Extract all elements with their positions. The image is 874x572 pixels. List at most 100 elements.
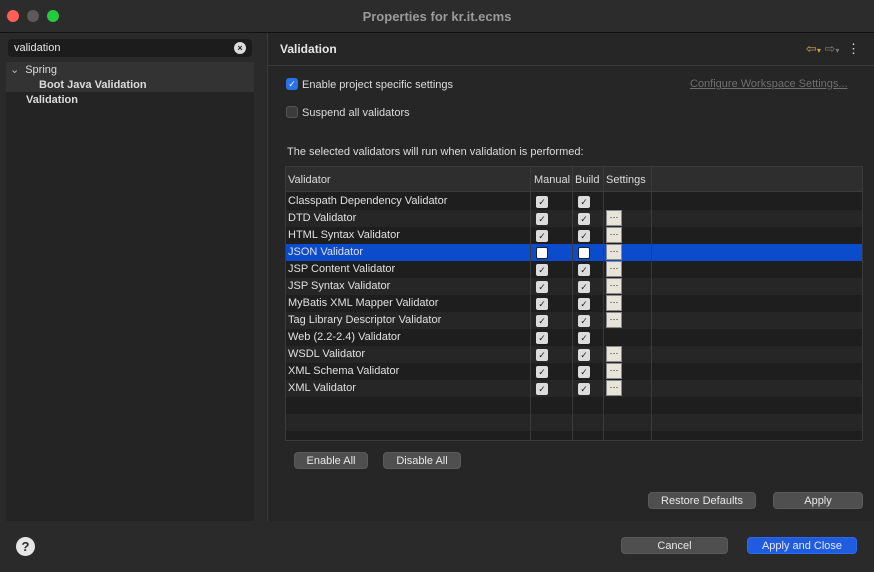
manual-checkbox[interactable]: ✓ <box>536 213 548 225</box>
table-row[interactable]: HTML Syntax Validator ✓ ✓ ⋯ <box>286 227 862 244</box>
settings-button[interactable]: ⋯ <box>606 346 622 362</box>
settings-button[interactable]: ⋯ <box>606 210 622 226</box>
build-checkbox[interactable] <box>578 247 590 259</box>
validator-name: MyBatis XML Mapper Validator <box>288 297 439 309</box>
manual-checkbox[interactable]: ✓ <box>536 298 548 310</box>
arrow-right-icon[interactable]: ⇨ <box>824 41 835 56</box>
manual-checkbox[interactable]: ✓ <box>536 315 548 327</box>
build-checkbox[interactable]: ✓ <box>578 366 590 378</box>
properties-page: Validation ⇦▾ ⇨▾ ⋮ ✓ Enable project spec… <box>268 33 874 521</box>
settings-button[interactable]: ⋯ <box>606 278 622 294</box>
help-icon[interactable]: ? <box>16 537 35 556</box>
tree-item-label: Spring <box>25 64 58 76</box>
restore-defaults-button[interactable]: Restore Defaults <box>648 492 756 509</box>
build-checkbox[interactable]: ✓ <box>578 230 590 242</box>
configure-workspace-link[interactable]: Configure Workspace Settings... <box>690 78 848 90</box>
enable-all-button[interactable]: Enable All <box>294 452 368 469</box>
sidebar: × ⌄ Spring Boot Java Validation Validatio… <box>0 33 268 521</box>
settings-button[interactable]: ⋯ <box>606 295 622 311</box>
validators-description: The selected validators will run when va… <box>287 146 584 158</box>
build-checkbox[interactable]: ✓ <box>578 281 590 293</box>
table-row[interactable]: Web (2.2-2.4) Validator ✓ ✓ <box>286 329 862 346</box>
column-header-settings[interactable]: Settings <box>606 174 646 186</box>
empty-table-row <box>286 397 862 414</box>
manual-checkbox[interactable]: ✓ <box>536 264 548 276</box>
validator-name: DTD Validator <box>288 212 357 224</box>
table-row[interactable]: JSP Syntax Validator ✓ ✓ ⋯ <box>286 278 862 295</box>
settings-button[interactable]: ⋯ <box>606 380 622 396</box>
clear-icon[interactable]: × <box>234 42 246 54</box>
build-checkbox[interactable]: ✓ <box>578 349 590 361</box>
build-checkbox[interactable]: ✓ <box>578 264 590 276</box>
settings-button[interactable]: ⋯ <box>606 261 622 277</box>
disable-all-button[interactable]: Disable All <box>383 452 461 469</box>
filter-input[interactable] <box>8 39 228 57</box>
preference-tree: ⌄ Spring Boot Java Validation Validation <box>6 62 254 521</box>
column-divider <box>603 167 604 440</box>
apply-and-close-button[interactable]: Apply and Close <box>747 537 857 554</box>
enable-project-settings-label: Enable project specific settings <box>302 79 454 91</box>
dialog-footer: ? Cancel Apply and Close <box>0 521 874 572</box>
window-title: Properties for kr.it.ecms <box>362 9 512 24</box>
filter-box: × <box>8 39 252 57</box>
enable-project-settings-checkbox[interactable]: ✓ <box>286 78 298 90</box>
validator-name: Tag Library Descriptor Validator <box>288 314 442 326</box>
table-row[interactable]: XML Schema Validator ✓ ✓ ⋯ <box>286 363 862 380</box>
column-header-manual[interactable]: Manual <box>534 174 570 186</box>
validator-name: XML Validator <box>288 382 356 394</box>
settings-button[interactable]: ⋯ <box>606 227 622 243</box>
arrow-left-icon[interactable]: ⇦ <box>806 41 817 56</box>
validator-name: HTML Syntax Validator <box>288 229 400 241</box>
manual-checkbox[interactable]: ✓ <box>536 383 548 395</box>
validator-name: JSON Validator <box>288 246 363 258</box>
tree-item-boot-java-validation[interactable]: Boot Java Validation <box>39 78 147 93</box>
navigation-icons: ⇦▾ ⇨▾ ⋮ <box>806 41 860 57</box>
build-checkbox[interactable]: ✓ <box>578 332 590 344</box>
settings-button[interactable]: ⋯ <box>606 363 622 379</box>
column-divider <box>572 167 573 440</box>
kebab-menu-icon[interactable]: ⋮ <box>847 41 860 56</box>
table-row[interactable]: JSP Content Validator ✓ ✓ ⋯ <box>286 261 862 278</box>
column-header-build[interactable]: Build <box>575 174 599 186</box>
manual-checkbox[interactable]: ✓ <box>536 366 548 378</box>
build-checkbox[interactable]: ✓ <box>578 196 590 208</box>
apply-button[interactable]: Apply <box>773 492 863 509</box>
table-row[interactable]: XML Validator ✓ ✓ ⋯ <box>286 380 862 397</box>
validator-name: WSDL Validator <box>288 348 366 360</box>
manual-checkbox[interactable]: ✓ <box>536 332 548 344</box>
validator-name: Classpath Dependency Validator <box>288 195 448 207</box>
settings-button[interactable]: ⋯ <box>606 312 622 328</box>
table-row[interactable]: JSON Validator ⋯ <box>286 244 862 261</box>
table-row[interactable]: WSDL Validator ✓ ✓ ⋯ <box>286 346 862 363</box>
manual-checkbox[interactable]: ✓ <box>536 281 548 293</box>
validators-table: Validator Manual Build Settings Classpat… <box>285 166 863 441</box>
manual-checkbox[interactable] <box>536 247 548 259</box>
tree-item-validation[interactable]: Validation <box>26 93 78 108</box>
settings-button[interactable]: ⋯ <box>606 244 622 260</box>
tree-item-spring[interactable]: ⌄ Spring <box>10 63 57 78</box>
build-checkbox[interactable]: ✓ <box>578 383 590 395</box>
cancel-button[interactable]: Cancel <box>621 537 728 554</box>
table-row[interactable]: DTD Validator ✓ ✓ ⋯ <box>286 210 862 227</box>
title-bar: Properties for kr.it.ecms <box>0 0 874 33</box>
validator-name: Web (2.2-2.4) Validator <box>288 331 401 343</box>
table-row[interactable]: Classpath Dependency Validator ✓ ✓ <box>286 193 862 210</box>
build-checkbox[interactable]: ✓ <box>578 213 590 225</box>
chevron-down-icon[interactable]: ⌄ <box>10 64 19 76</box>
validator-name: JSP Syntax Validator <box>288 280 391 292</box>
manual-checkbox[interactable]: ✓ <box>536 230 548 242</box>
column-header-validator[interactable]: Validator <box>288 174 331 186</box>
column-divider <box>530 167 531 440</box>
suspend-all-validators-label: Suspend all validators <box>302 107 410 119</box>
table-row[interactable]: MyBatis XML Mapper Validator ✓ ✓ ⋯ <box>286 295 862 312</box>
table-row[interactable]: Tag Library Descriptor Validator ✓ ✓ ⋯ <box>286 312 862 329</box>
forward-dropdown-icon[interactable]: ▾ <box>835 46 839 55</box>
suspend-all-validators-checkbox[interactable] <box>286 106 298 118</box>
column-divider <box>651 167 652 440</box>
build-checkbox[interactable]: ✓ <box>578 315 590 327</box>
back-dropdown-icon[interactable]: ▾ <box>817 46 821 55</box>
build-checkbox[interactable]: ✓ <box>578 298 590 310</box>
page-title: Validation <box>280 42 337 56</box>
manual-checkbox[interactable]: ✓ <box>536 349 548 361</box>
manual-checkbox[interactable]: ✓ <box>536 196 548 208</box>
